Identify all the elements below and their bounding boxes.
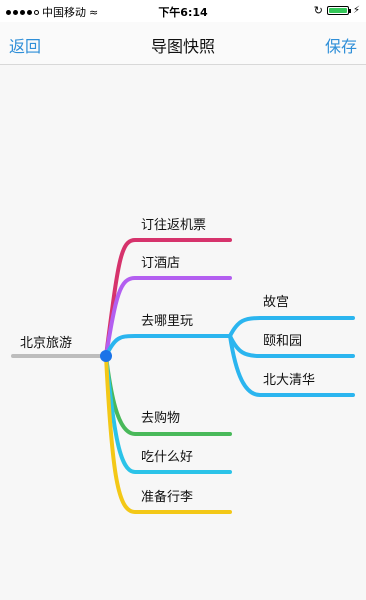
charging-icon: ⚡ bbox=[352, 5, 360, 16]
branch-node-4[interactable]: 吃什么好 bbox=[141, 449, 193, 465]
mindmap: 北京旅游 订往返机票 订酒店 去哪里玩 去购物 吃什么好 准备行李 故宫 颐和园… bbox=[11, 218, 355, 514]
status-time: 下午6:14 bbox=[158, 6, 208, 19]
sub-node-2[interactable]: 北大清华 bbox=[263, 373, 315, 388]
mindmap-canvas: 北京旅游 订往返机票 订酒店 去哪里玩 去购物 吃什么好 准备行李 故宫 颐和园… bbox=[0, 65, 366, 600]
branch-line-2 bbox=[104, 334, 232, 358]
sub-node-0[interactable]: 故宫 bbox=[263, 295, 289, 310]
sub-node-1[interactable]: 颐和园 bbox=[263, 334, 302, 349]
root-hub-handle[interactable] bbox=[100, 350, 112, 362]
orientation-lock-icon: ↻ bbox=[313, 4, 323, 17]
status-right: ↻ ⚡ bbox=[314, 4, 360, 17]
branch-node-1[interactable]: 订酒店 bbox=[141, 256, 180, 271]
page-title: 导图快照 bbox=[150, 37, 215, 56]
branch-node-2[interactable]: 去哪里玩 bbox=[141, 314, 193, 329]
branch-node-3[interactable]: 去购物 bbox=[141, 410, 180, 426]
status-bar: 中国移动 ≈ 下午6:14 ↻ ⚡ bbox=[0, 0, 366, 22]
branch-node-0[interactable]: 订往返机票 bbox=[141, 218, 206, 233]
root-node[interactable]: 北京旅游 bbox=[20, 336, 72, 351]
battery-icon bbox=[326, 6, 351, 15]
branch-node-5[interactable]: 准备行李 bbox=[141, 489, 193, 505]
save-button[interactable]: 保存 bbox=[325, 33, 357, 57]
nav-bar: 返回 导图快照 保存 bbox=[0, 22, 366, 65]
